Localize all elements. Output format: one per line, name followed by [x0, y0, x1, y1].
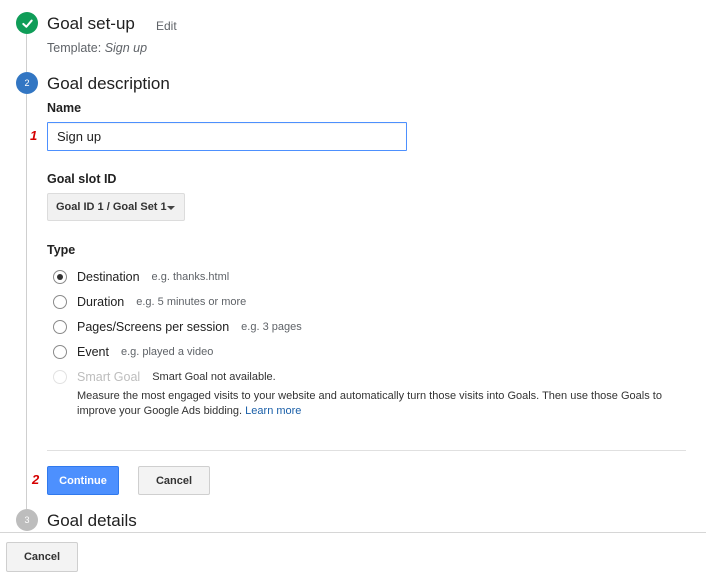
template-summary: Template: Sign up	[47, 41, 147, 55]
step-title-goal-description: Goal description	[47, 74, 170, 93]
type-option-duration[interactable]: Duration e.g. 5 minutes or more	[53, 293, 246, 311]
type-option-label: Event	[77, 345, 109, 359]
chevron-down-icon	[167, 206, 175, 210]
footer-divider	[0, 532, 706, 533]
type-option-hint: e.g. thanks.html	[151, 271, 230, 283]
template-name: Sign up	[104, 41, 148, 55]
smart-goal-description-text: Measure the most engaged visits to your …	[77, 390, 662, 417]
step-title-goal-details: Goal details	[47, 511, 137, 530]
step-title-goal-setup: Goal set-up	[47, 14, 135, 33]
goal-slot-value: Goal ID 1 / Goal Set 1	[56, 201, 167, 213]
type-option-label: Smart Goal	[77, 370, 141, 384]
goal-slot-label: Goal slot ID	[47, 172, 117, 186]
type-option-hint: Smart Goal not available.	[152, 371, 276, 383]
annotation-marker-2: 2	[32, 472, 40, 487]
type-option-label: Destination	[77, 270, 140, 284]
step-number-badge: 2	[16, 72, 38, 94]
radio-button[interactable]	[53, 345, 67, 359]
section-divider	[47, 450, 686, 451]
type-option-hint: e.g. 5 minutes or more	[136, 296, 247, 308]
step-complete-check-icon	[16, 12, 38, 34]
smart-goal-description: Measure the most engaged visits to your …	[77, 389, 677, 419]
radio-button-checked[interactable]	[53, 270, 67, 284]
annotation-marker-1: 1	[30, 128, 38, 143]
step-connector-line	[26, 34, 27, 72]
step-number-badge: 3	[16, 509, 38, 531]
radio-button[interactable]	[53, 320, 67, 334]
step-connector-line	[26, 94, 27, 509]
template-prefix: Template:	[47, 41, 102, 55]
radio-button-disabled	[53, 370, 67, 384]
type-option-label: Pages/Screens per session	[77, 320, 230, 334]
radio-button[interactable]	[53, 295, 67, 309]
goal-slot-dropdown[interactable]: Goal ID 1 / Goal Set 1	[47, 193, 185, 221]
name-label: Name	[47, 101, 82, 115]
goal-name-input[interactable]	[47, 122, 407, 151]
type-option-hint: e.g. played a video	[120, 346, 214, 358]
type-option-pages-screens[interactable]: Pages/Screens per session e.g. 3 pages	[53, 318, 302, 336]
cancel-button[interactable]: Cancel	[138, 466, 210, 495]
type-label: Type	[47, 243, 76, 257]
type-option-hint: e.g. 3 pages	[241, 321, 302, 333]
continue-button[interactable]: Continue	[47, 466, 119, 495]
type-option-event[interactable]: Event e.g. played a video	[53, 343, 213, 361]
learn-more-link[interactable]: Learn more	[245, 405, 301, 417]
type-option-label: Duration	[77, 295, 125, 309]
type-option-smart-goal: Smart Goal Smart Goal not available.	[53, 368, 276, 386]
edit-setup-link[interactable]: Edit	[156, 19, 177, 33]
footer-cancel-button[interactable]: Cancel	[6, 542, 78, 572]
type-option-destination[interactable]: Destination e.g. thanks.html	[53, 268, 229, 286]
